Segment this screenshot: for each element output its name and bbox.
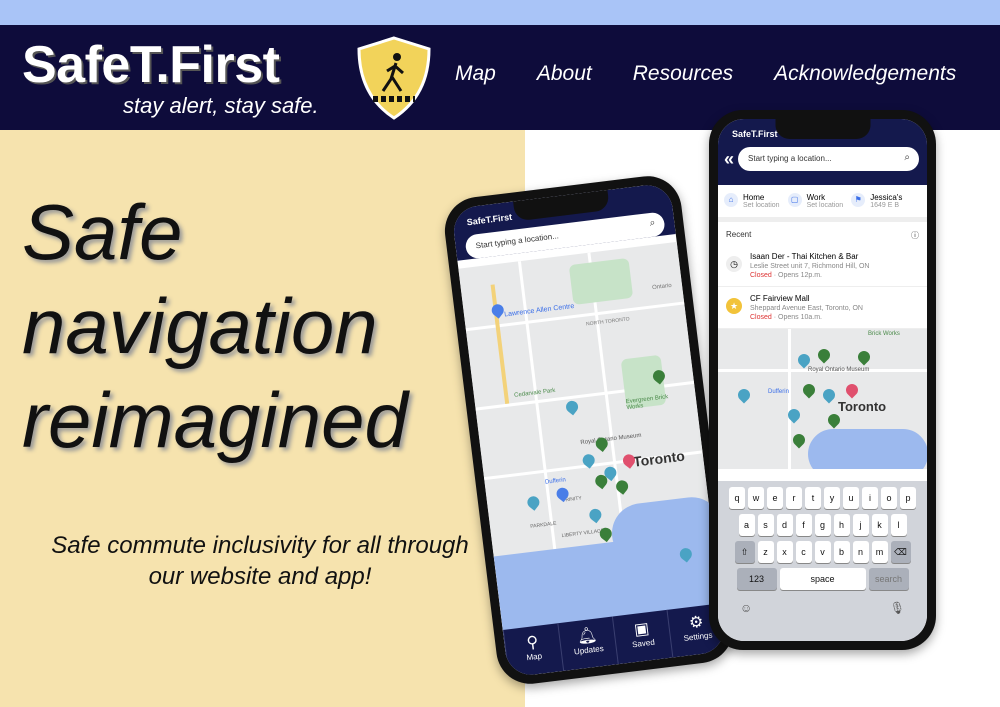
key-o[interactable]: o [881,487,897,509]
emoji-icon[interactable]: ☺ [740,601,752,615]
phone-notch [775,119,870,139]
briefcase-icon: ▢ [787,193,802,207]
key-y[interactable]: y [824,487,840,509]
numbers-key[interactable]: 123 [736,568,777,590]
keyboard: qwertyuiop asdfghjkl ⇧ z x c v b n m ⌫ 123 space… [718,481,927,641]
hero-line: reimagined [22,376,408,464]
tab-saved[interactable]: ▣ Saved [611,609,673,665]
key-t[interactable]: t [805,487,821,509]
search-placeholder: Start typing a location... [748,154,832,163]
key-u[interactable]: u [843,487,859,509]
key-i[interactable]: i [862,487,878,509]
map-pin-icon[interactable] [795,351,813,369]
key-v[interactable]: v [814,541,831,563]
search-placeholder: Start typing a location... [475,231,560,251]
map-pin-icon[interactable] [855,348,873,366]
search-key[interactable]: search [868,568,909,590]
key-c[interactable]: c [795,541,812,563]
map-pin-icon[interactable] [735,386,753,404]
hero-line: Safe [22,188,183,276]
tab-label: Map [525,651,543,663]
map-pin-icon[interactable] [563,398,581,416]
map-pin-icon[interactable] [843,381,861,399]
search-icon: ⌕ [904,152,910,163]
key-l[interactable]: l [890,514,907,536]
space-key[interactable]: space [779,568,866,590]
key-h[interactable]: h [833,514,850,536]
home-icon: ⌂ [724,193,738,207]
key-z[interactable]: z [757,541,774,563]
key-b[interactable]: b [833,541,850,563]
hero-line: navigation [22,282,378,370]
map-label: Brick Works [868,331,900,337]
map-label: Dufferin [768,389,789,395]
search-icon: ⌕ [649,217,656,230]
map-view[interactable]: Lawrence Allen Centre NORTH TORONTO Ceda… [458,241,725,656]
search-input[interactable]: Start typing a location... ⌕ [738,147,919,171]
nav-map[interactable]: Map [455,62,496,86]
hero-title: Safe navigation reimagined [22,185,408,467]
tab-label: Saved [631,637,656,650]
map-pin-icon[interactable] [800,381,818,399]
key-s[interactable]: s [757,514,774,536]
hero-subtitle: Safe commute inclusivity for all through… [51,532,469,590]
key-x[interactable]: x [776,541,793,563]
quick-home[interactable]: ⌂ Home Set location [724,193,780,209]
key-m[interactable]: m [871,541,888,563]
key-q[interactable]: q [729,487,745,509]
nav-resources[interactable]: Resources [633,62,733,86]
key-r[interactable]: r [786,487,802,509]
map-label: LIBERTY VILLAGE [561,527,605,540]
map-pin-icon[interactable] [825,411,843,429]
map-pin-icon[interactable] [815,346,833,364]
recent-header: Recent ⓘ [726,230,919,241]
key-a[interactable]: a [738,514,755,536]
top-strip [0,0,1000,25]
tab-map[interactable]: ⚲ Map [502,623,564,678]
tab-updates[interactable]: 🔔︎ Updates [557,616,618,671]
phone-search-mockup: SafeT.First « Start typing a location...… [709,110,936,650]
backspace-key[interactable]: ⌫ [890,541,911,563]
key-k[interactable]: k [871,514,888,536]
map-label: Toronto [632,447,686,470]
tagline: stay alert, stay safe. [123,93,319,118]
map-label: Dufferin [544,477,567,486]
quick-locations: ⌂ Home Set location ▢ Work Set location ⚑ Jes… [718,185,927,222]
map-pin-icon[interactable] [586,506,604,524]
map-pin-icon[interactable] [790,431,808,449]
shift-key[interactable]: ⇧ [734,541,755,563]
key-f[interactable]: f [795,514,812,536]
key-d[interactable]: d [776,514,793,536]
info-icon[interactable]: ⓘ [911,230,919,241]
nav-acknowledgements[interactable]: Acknowledgements [774,62,956,86]
map-label: Ontario [651,282,673,292]
brand-logo[interactable]: SafeT.First [22,35,280,95]
map-pin-icon[interactable] [524,493,542,511]
map-label: Royal Ontario Museum [808,367,870,373]
map-pin-icon[interactable] [820,386,838,404]
pedestrian-shield-icon [357,36,431,120]
key-g[interactable]: g [814,514,831,536]
recent-item[interactable]: ◷ Isaan Der - Thai Kitchen & Bar Leslie S… [718,245,927,287]
recent-item[interactable]: ★ CF Fairview Mall Sheppard Avenue East, … [718,287,927,329]
quick-work[interactable]: ▢ Work Set location [787,193,843,209]
clock-icon: ◷ [726,256,742,272]
star-icon: ★ [726,298,742,314]
microphone-icon[interactable]: 🎙︎ [890,601,905,615]
nav-about[interactable]: About [537,62,592,86]
back-chevron-icon[interactable]: « [724,149,734,170]
key-n[interactable]: n [852,541,869,563]
key-j[interactable]: j [852,514,869,536]
key-p[interactable]: p [900,487,916,509]
flag-icon: ⚑ [851,193,866,207]
map-view[interactable]: Royal Ontario Museum Toronto Dufferin Br… [718,329,927,469]
key-e[interactable]: e [767,487,783,509]
key-w[interactable]: w [748,487,764,509]
tab-label: Settings [683,630,713,643]
map-label: NORTH TORONTO [585,316,630,328]
quick-saved[interactable]: ⚑ Jessica's 1649 E B [851,193,902,209]
map-label: Toronto [838,399,887,414]
